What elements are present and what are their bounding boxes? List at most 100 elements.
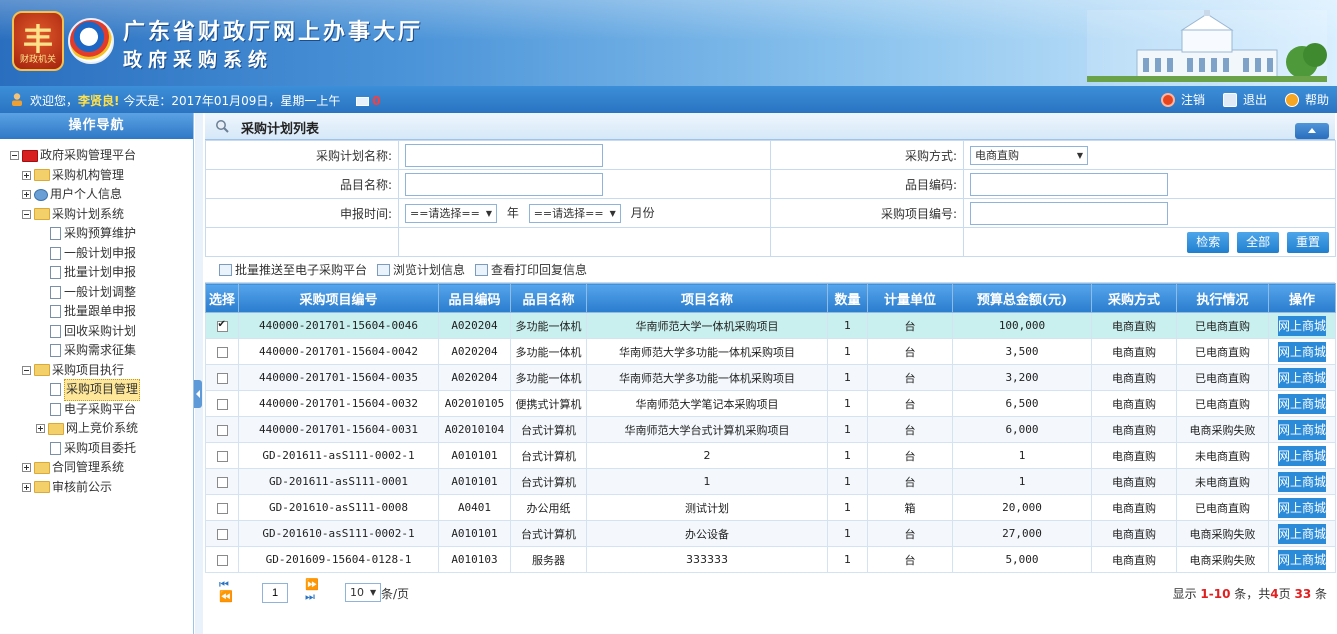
cell-project: 办公设备 <box>586 520 828 547</box>
tree-node-entrust[interactable]: 采购项目委托 <box>10 439 193 459</box>
search-button[interactable]: 检索 <box>1187 231 1230 253</box>
tree-node-agency[interactable]: 采购机构管理 <box>10 166 193 186</box>
online-mall-button[interactable]: 网上商城 <box>1278 393 1326 414</box>
table-row[interactable]: GD-201611-asS111-0001 A010101 台式计算机 1 1 台 1 电商直… <box>205 468 1336 495</box>
method-select[interactable]: 电商直购 ▼ <box>970 145 1088 165</box>
cell-code: 440000-201701-15604-0032 <box>238 390 439 417</box>
online-mall-button[interactable]: 网上商城 <box>1278 419 1326 440</box>
prev-page-icon[interactable]: ⏪ <box>219 591 233 603</box>
tree-node-project-manage[interactable]: 采购项目管理 <box>10 379 193 401</box>
collapse-icon[interactable] <box>22 209 31 219</box>
collapse-panel-button[interactable] <box>1295 123 1329 139</box>
row-checkbox[interactable] <box>216 424 228 436</box>
table-row[interactable]: GD-201610-asS111-0002-1 A010101 台式计算机 办公设备 1… <box>205 520 1336 547</box>
help-link[interactable]: 帮助 <box>1284 91 1329 108</box>
page-number-input[interactable] <box>262 583 288 603</box>
tree-node-recall-plan[interactable]: 回收采购计划 <box>10 322 193 342</box>
month-select[interactable]: ==请选择== ▼ <box>528 203 621 223</box>
row-checkbox[interactable] <box>216 476 228 488</box>
online-mall-button[interactable]: 网上商城 <box>1278 367 1326 388</box>
table-row[interactable]: 440000-201701-15604-0031 A02010104 台式计算机 华南… <box>205 416 1336 443</box>
tree-node-plan-adjust[interactable]: 一般计划调整 <box>10 283 193 303</box>
online-mall-button[interactable]: 网上商城 <box>1278 497 1326 518</box>
table-row[interactable]: GD-201610-asS111-0008 A0401 办公用纸 测试计划 1 箱 20,0… <box>205 494 1336 521</box>
batch-push-button[interactable]: 批量推送至电子采购平台 <box>219 261 367 278</box>
dropdown-arrow-icon: ▼ <box>485 208 493 218</box>
cell-qty: 1 <box>827 546 868 573</box>
tree-node-batch-plan[interactable]: 批量计划申报 <box>10 263 193 283</box>
table-row[interactable]: 440000-201701-15604-0032 A02010105 便携式计算机华… <box>205 390 1336 417</box>
browse-plan-button[interactable]: 浏览计划信息 <box>377 261 465 278</box>
column-header: 数量 <box>827 283 868 313</box>
tree-node-publicity[interactable]: 审核前公示 <box>10 478 193 498</box>
tree-node-execution[interactable]: 采购项目执行 <box>10 361 193 381</box>
row-checkbox[interactable] <box>216 450 228 462</box>
plan-table: 选择 采购项目编号 品目编码 品目名称 项目名称 数量 计量单位 预算总金额(元) 采购方式 执行… <box>205 283 1336 573</box>
row-checkbox[interactable] <box>216 528 228 540</box>
tree-node-bidding[interactable]: 网上竞价系统 <box>0 419 193 439</box>
online-mall-button[interactable]: 网上商城 <box>1278 341 1326 362</box>
online-mall-button[interactable]: 网上商城 <box>1278 523 1326 544</box>
table-row[interactable]: GD-201609-15604-0128-1 A010103 服务器 333333 1 台… <box>205 546 1336 573</box>
row-checkbox[interactable] <box>216 346 228 358</box>
cell-amount: 1 <box>952 442 1092 469</box>
row-checkbox[interactable] <box>216 372 228 384</box>
print-reply-button[interactable]: 查看打印回复信息 <box>475 261 587 278</box>
page-size-select[interactable]: 10 ▼ <box>345 583 382 602</box>
tree-node-user-info[interactable]: 用户个人信息 <box>10 185 193 205</box>
cell-amount: 27,000 <box>952 520 1092 547</box>
table-row[interactable]: 440000-201701-15604-0042 A020204 多功能一体机 华南师… <box>205 338 1336 365</box>
cell-unit: 台 <box>867 416 953 443</box>
expand-icon[interactable] <box>22 463 31 473</box>
row-checkbox[interactable] <box>216 554 228 566</box>
reset-button[interactable]: 重置 <box>1286 231 1329 253</box>
table-header-row: 选择 采购项目编号 品目编码 品目名称 项目名称 数量 计量单位 预算总金额(元) 采购方式 执行… <box>205 283 1336 313</box>
column-header: 预算总金额(元) <box>952 283 1092 313</box>
year-select[interactable]: ==请选择== ▼ <box>405 203 498 223</box>
cell-amount: 5,000 <box>952 546 1092 573</box>
collapse-icon[interactable] <box>22 365 31 375</box>
collapse-icon[interactable] <box>10 151 19 161</box>
row-checkbox[interactable] <box>216 502 228 514</box>
table-row[interactable]: GD-201611-asS111-0002-1 A010101 台式计算机 2 1 台 1 电… <box>205 442 1336 469</box>
tree-node-demand[interactable]: 采购需求征集 <box>10 341 193 361</box>
tree-node-budget[interactable]: 采购预算维护 <box>10 224 193 244</box>
dropdown-arrow-icon: ▼ <box>609 208 616 218</box>
sidebar-collapse-handle[interactable] <box>194 380 202 408</box>
column-header: 采购项目编号 <box>238 283 439 313</box>
cell-code: GD-201611-asS111-0001 <box>238 468 439 495</box>
online-mall-button[interactable]: 网上商城 <box>1278 471 1326 492</box>
finance-logo: 丰 财政机关 <box>12 11 64 71</box>
mail-count[interactable]: 0 <box>372 94 380 108</box>
table-row[interactable]: 440000-201701-15604-0046A020204多功能一体机华南师… <box>205 312 1336 339</box>
table-row[interactable]: 440000-201701-15604-0035 A020204 多功能一体机 华南师… <box>205 364 1336 391</box>
row-checkbox[interactable] <box>216 398 228 410</box>
tree-node-batch-follow[interactable]: 批量跟单申报 <box>10 302 193 322</box>
cell-code: GD-201610-asS111-0008 <box>238 494 439 521</box>
item-name-input[interactable] <box>405 172 603 196</box>
project-code-input[interactable] <box>970 201 1168 225</box>
tree-node-general-plan[interactable]: 一般计划申报 <box>10 244 193 264</box>
online-mall-button[interactable]: 网上商城 <box>1278 315 1326 336</box>
tree-node-platform[interactable]: 政府采购管理平台 <box>10 146 193 166</box>
tree-node-e-platform[interactable]: 电子采购平台 <box>10 400 193 420</box>
show-all-button[interactable]: 全部 <box>1237 231 1280 253</box>
logout-link[interactable]: 注销 <box>1160 91 1205 108</box>
mail-icon[interactable] <box>356 97 370 106</box>
exit-link[interactable]: 退出 <box>1222 91 1267 108</box>
tree-node-plan-system[interactable]: 采购计划系统 <box>10 205 193 225</box>
last-page-icon[interactable]: ⏭ <box>305 591 317 603</box>
folder-icon <box>34 481 50 494</box>
item-code-input[interactable] <box>970 172 1168 196</box>
tree-node-contract[interactable]: 合同管理系统 <box>10 458 193 478</box>
cell-status: 未电商直购 <box>1176 442 1269 469</box>
plan-name-input[interactable] <box>405 143 603 167</box>
online-mall-button[interactable]: 网上商城 <box>1278 549 1326 570</box>
expand-icon[interactable] <box>22 170 31 180</box>
expand-icon[interactable] <box>22 190 31 200</box>
sidebar-splitter[interactable] <box>195 113 203 634</box>
expand-icon[interactable] <box>22 482 31 492</box>
online-mall-button[interactable]: 网上商城 <box>1278 445 1326 466</box>
row-checkbox[interactable] <box>216 319 228 332</box>
expand-icon[interactable] <box>36 424 45 434</box>
